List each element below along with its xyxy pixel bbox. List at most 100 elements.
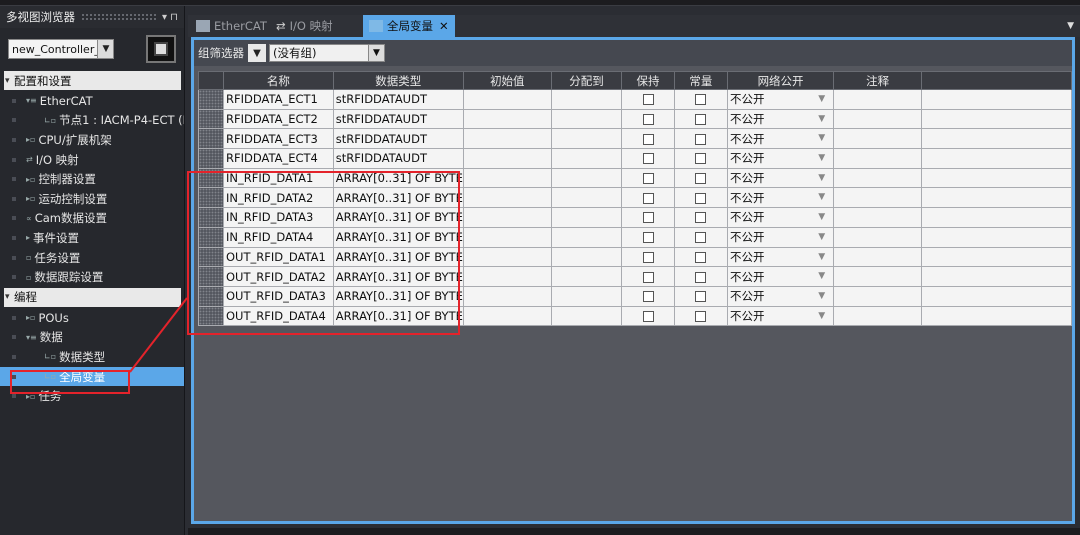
- column-header[interactable]: 初始值: [462, 71, 552, 90]
- chevron-down-icon[interactable]: ▼: [818, 114, 825, 124]
- column-header[interactable]: 数据类型: [332, 71, 464, 90]
- name-cell[interactable]: RFIDDATA_ECT3: [223, 128, 334, 150]
- assign-to-cell[interactable]: [550, 128, 623, 150]
- row-handle[interactable]: [198, 108, 224, 130]
- comment-cell[interactable]: [833, 108, 923, 130]
- column-header[interactable]: 分配到: [550, 71, 623, 90]
- tree-item[interactable]: ∟▫节点1 : IACM-P4-ECT (E00: [0, 111, 184, 131]
- tab-global-variables[interactable]: 全局变量 ✕: [363, 15, 455, 37]
- assign-to-cell[interactable]: [550, 148, 623, 169]
- tree-section[interactable]: 配置和设置: [4, 71, 181, 90]
- retain-checkbox[interactable]: [642, 271, 654, 283]
- network-publish-cell[interactable]: 不公开 ▼: [726, 108, 835, 130]
- initial-value-cell[interactable]: [462, 207, 552, 228]
- comment-cell[interactable]: [833, 148, 923, 169]
- network-publish-cell[interactable]: 不公开 ▼: [726, 226, 835, 248]
- initial-value-cell[interactable]: [462, 167, 552, 189]
- table-row[interactable]: RFIDDATA_ECT2 stRFIDDATAUDT 不公开 ▼: [198, 108, 1072, 130]
- type-cell[interactable]: stRFIDDATAUDT: [332, 148, 464, 169]
- assign-to-cell[interactable]: [550, 285, 623, 307]
- name-cell[interactable]: RFIDDATA_ECT4: [223, 148, 334, 169]
- chevron-down-icon[interactable]: ▼: [818, 173, 825, 183]
- chevron-down-icon[interactable]: ▼: [368, 45, 384, 61]
- chevron-down-icon[interactable]: ▼: [818, 153, 825, 163]
- chevron-down-icon[interactable]: ▼: [818, 311, 825, 321]
- type-cell[interactable]: stRFIDDATAUDT: [332, 89, 464, 110]
- constant-checkbox[interactable]: [695, 94, 707, 106]
- comment-cell[interactable]: [833, 246, 923, 268]
- retain-checkbox[interactable]: [642, 153, 654, 165]
- initial-value-cell[interactable]: [462, 187, 552, 209]
- network-publish-cell[interactable]: 不公开 ▼: [726, 246, 835, 268]
- chevron-down-icon[interactable]: ▼: [818, 232, 825, 242]
- chevron-down-icon[interactable]: ▼: [818, 192, 825, 202]
- constant-checkbox[interactable]: [695, 291, 707, 303]
- constant-checkbox[interactable]: [695, 232, 707, 244]
- initial-value-cell[interactable]: [462, 226, 552, 248]
- assign-to-cell[interactable]: [550, 266, 623, 287]
- network-publish-cell[interactable]: 不公开 ▼: [726, 305, 835, 327]
- initial-value-cell[interactable]: [462, 266, 552, 287]
- tree-item[interactable]: ▸ 事件设置: [0, 228, 184, 248]
- chevron-down-icon[interactable]: ▼: [818, 291, 825, 301]
- initial-value-cell[interactable]: [462, 89, 552, 110]
- comment-cell[interactable]: [833, 89, 923, 110]
- tree-item[interactable]: ▾≡ 数据: [0, 328, 184, 348]
- tree-item[interactable]: ▫ 数据跟踪设置: [0, 267, 184, 287]
- table-row[interactable]: RFIDDATA_ECT4 stRFIDDATAUDT 不公开 ▼: [198, 148, 1072, 169]
- drag-grip[interactable]: [81, 13, 156, 21]
- tab-ethercat[interactable]: EtherCAT: [190, 15, 273, 37]
- comment-cell[interactable]: [833, 187, 923, 209]
- network-publish-cell[interactable]: 不公开 ▼: [726, 266, 835, 287]
- retain-checkbox[interactable]: [642, 114, 654, 126]
- assign-to-cell[interactable]: [550, 207, 623, 228]
- constant-checkbox[interactable]: [695, 133, 707, 145]
- constant-checkbox[interactable]: [695, 153, 707, 165]
- assign-to-cell[interactable]: [550, 226, 623, 248]
- constant-checkbox[interactable]: [695, 251, 707, 263]
- retain-checkbox[interactable]: [642, 310, 654, 322]
- initial-value-cell[interactable]: [462, 128, 552, 150]
- network-publish-cell[interactable]: 不公开 ▼: [726, 167, 835, 189]
- assign-to-cell[interactable]: [550, 305, 623, 327]
- name-cell[interactable]: RFIDDATA_ECT2: [223, 108, 334, 130]
- network-publish-cell[interactable]: 不公开 ▼: [726, 148, 835, 169]
- network-publish-cell[interactable]: 不公开 ▼: [726, 89, 835, 110]
- name-cell[interactable]: RFIDDATA_ECT1: [223, 89, 334, 110]
- constant-checkbox[interactable]: [695, 114, 707, 126]
- network-publish-cell[interactable]: 不公开 ▼: [726, 128, 835, 150]
- constant-checkbox[interactable]: [695, 310, 707, 322]
- constant-checkbox[interactable]: [695, 212, 707, 224]
- constant-checkbox[interactable]: [695, 192, 707, 204]
- initial-value-cell[interactable]: [462, 246, 552, 268]
- retain-checkbox[interactable]: [642, 133, 654, 145]
- retain-checkbox[interactable]: [642, 192, 654, 204]
- tree-item[interactable]: ▸▫ 控制器设置: [0, 169, 184, 189]
- retain-checkbox[interactable]: [642, 251, 654, 263]
- assign-to-cell[interactable]: [550, 89, 623, 110]
- row-handle[interactable]: [198, 148, 224, 169]
- column-header[interactable]: 名称: [223, 71, 334, 90]
- tree-item[interactable]: ▸▫ POUs: [0, 308, 184, 328]
- tree-item[interactable]: ▾≡ EtherCAT: [0, 91, 184, 111]
- column-header[interactable]: 注释: [833, 71, 923, 90]
- comment-cell[interactable]: [833, 285, 923, 307]
- assign-to-cell[interactable]: [550, 108, 623, 130]
- comment-cell[interactable]: [833, 305, 923, 327]
- tree-item[interactable]: ⇄ I/O 映射: [0, 150, 184, 170]
- type-cell[interactable]: stRFIDDATAUDT: [332, 108, 464, 130]
- comment-cell[interactable]: [833, 207, 923, 228]
- network-publish-cell[interactable]: 不公开 ▼: [726, 207, 835, 228]
- chevron-down-icon[interactable]: ▼: [818, 212, 825, 222]
- column-header[interactable]: 保持: [621, 71, 675, 90]
- comment-cell[interactable]: [833, 167, 923, 189]
- tree-section[interactable]: 编程: [4, 287, 181, 307]
- tree-item[interactable]: ∝ Cam数据设置: [0, 209, 184, 229]
- initial-value-cell[interactable]: [462, 305, 552, 327]
- type-cell[interactable]: stRFIDDATAUDT: [332, 128, 464, 150]
- network-publish-cell[interactable]: 不公开 ▼: [726, 285, 835, 307]
- initial-value-cell[interactable]: [462, 108, 552, 130]
- retain-checkbox[interactable]: [642, 173, 654, 185]
- row-handle[interactable]: [198, 128, 224, 150]
- tree-item[interactable]: ▸▫ CPU/扩展机架: [0, 130, 184, 150]
